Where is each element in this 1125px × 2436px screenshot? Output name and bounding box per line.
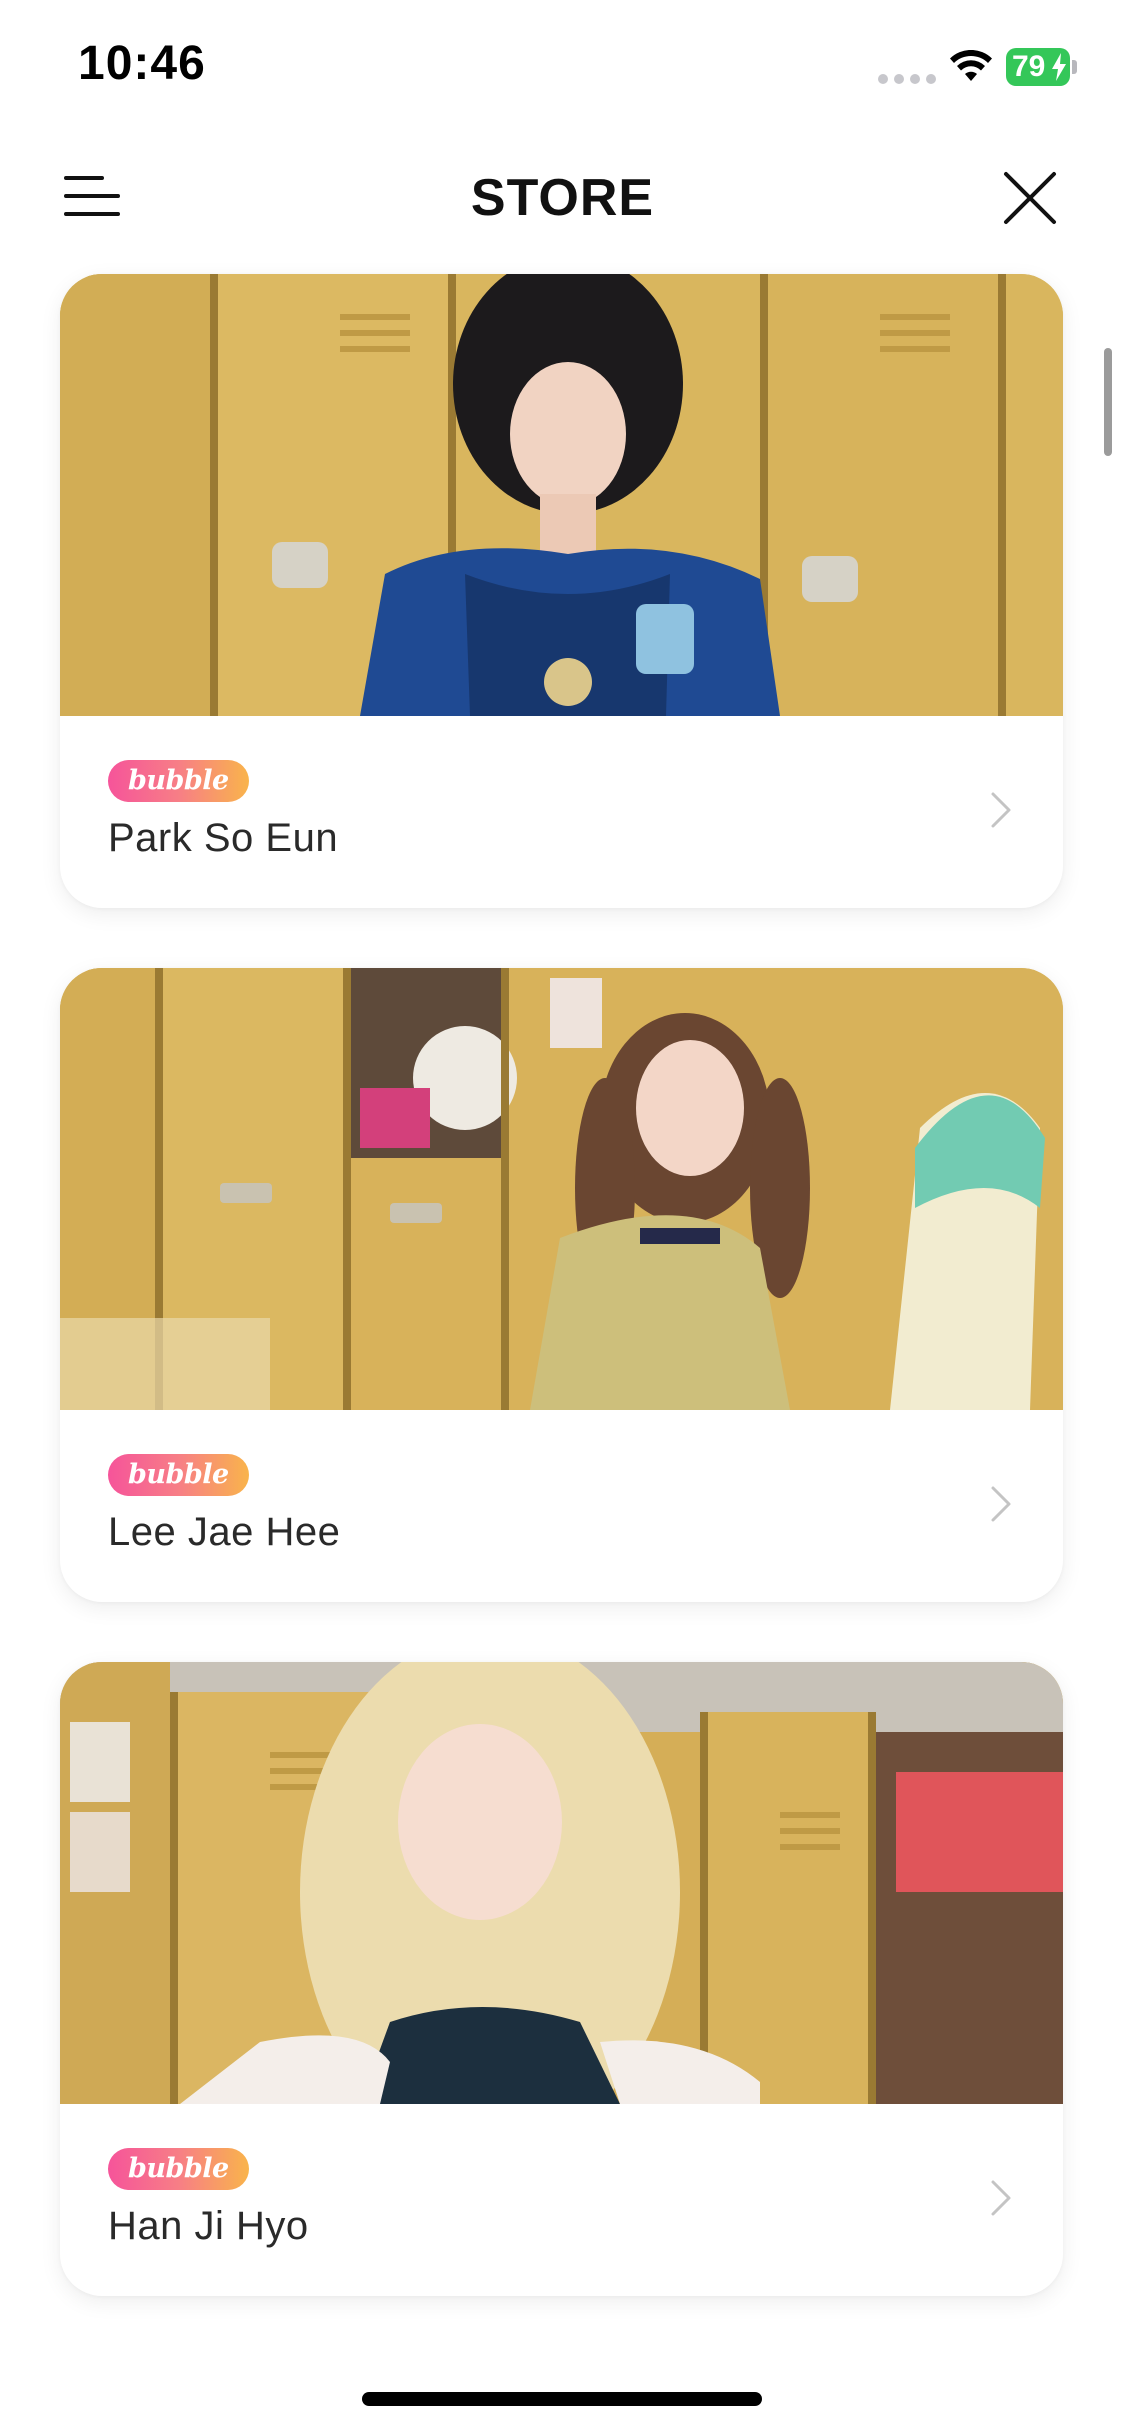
- artist-name: Lee Jae Hee: [108, 1510, 341, 1554]
- card-info: bubble Lee Jae Hee: [60, 1410, 1063, 1602]
- bubble-badge: bubble: [108, 1454, 249, 1496]
- scrollbar[interactable]: [1104, 348, 1112, 456]
- battery-level: 79: [1012, 50, 1046, 83]
- status-time: 10:46: [78, 37, 206, 90]
- close-icon[interactable]: [1002, 170, 1058, 226]
- bubble-badge: bubble: [108, 2148, 249, 2190]
- artist-name: Park So Eun: [108, 816, 339, 860]
- chevron-right-icon: [991, 792, 1011, 828]
- artist-card[interactable]: bubble Han Ji Hyo: [60, 1662, 1063, 2296]
- bubble-badge: bubble: [108, 760, 249, 802]
- nav-header: STORE: [0, 140, 1125, 255]
- artist-card[interactable]: bubble Park So Eun: [60, 274, 1063, 908]
- chevron-right-icon: [991, 1486, 1011, 1522]
- wifi-icon: [950, 50, 992, 81]
- artist-photo: [60, 968, 1063, 1410]
- battery-cap: [1072, 60, 1077, 74]
- battery-icon: 79: [1006, 48, 1070, 86]
- status-bar: 10:46 79: [0, 0, 1125, 140]
- store-list: bubble Park So Eun bubble Lee Jae Hee bu…: [60, 274, 1063, 2356]
- cellular-signal-icon: [878, 74, 936, 84]
- home-indicator[interactable]: [362, 2392, 762, 2406]
- artist-photo: [60, 1662, 1063, 2104]
- card-info: bubble Han Ji Hyo: [60, 2104, 1063, 2296]
- artist-photo: [60, 274, 1063, 716]
- chevron-right-icon: [991, 2180, 1011, 2216]
- artist-name: Han Ji Hyo: [108, 2204, 309, 2248]
- page-title: STORE: [470, 169, 655, 227]
- card-info: bubble Park So Eun: [60, 716, 1063, 908]
- store-screen: 10:46 79 STORE bubble Park So Eun bubble…: [0, 0, 1125, 2436]
- charging-bolt-icon: [1052, 53, 1066, 81]
- artist-card[interactable]: bubble Lee Jae Hee: [60, 968, 1063, 1602]
